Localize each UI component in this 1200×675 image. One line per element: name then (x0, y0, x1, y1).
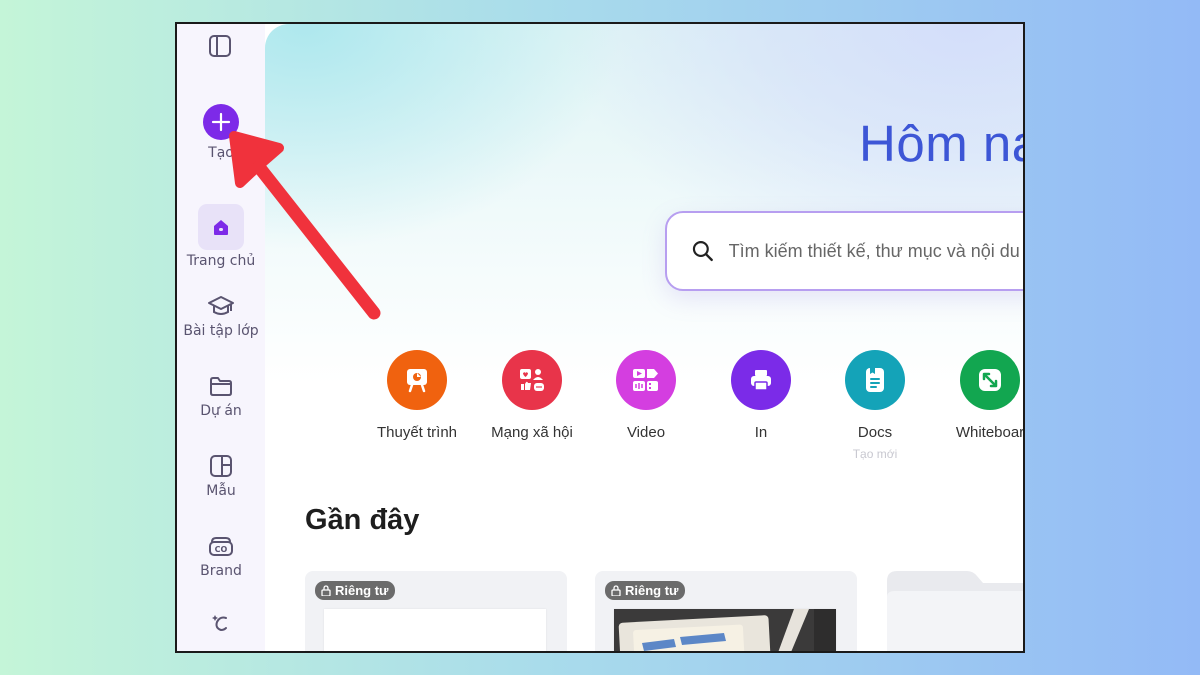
quick-action-video[interactable]: Video (586, 350, 706, 441)
create-label: Tạo (208, 145, 234, 161)
quick-action-presentation[interactable]: Thuyết trình (357, 350, 477, 441)
lock-icon (611, 585, 621, 596)
search-input[interactable] (728, 240, 1023, 262)
recent-design-card[interactable]: Riêng tư (595, 571, 857, 651)
brand-icon: CO (209, 537, 233, 556)
quick-action-label: Whiteboar (955, 424, 1023, 441)
private-badge: Riêng tư (315, 581, 396, 600)
sidebar-item-label: Bài tập lớp (183, 323, 259, 339)
search-icon (692, 241, 713, 262)
quick-action-whiteboard[interactable]: Whiteboar (930, 350, 1023, 441)
quick-action-circle (731, 350, 791, 410)
sidebar-item-magic[interactable] (177, 612, 265, 636)
graduation-cap-icon (208, 296, 234, 315)
private-badge: Riêng tư (605, 581, 686, 600)
whiteboard-icon (979, 369, 1001, 391)
recent-section-title: Gần đây (305, 504, 420, 536)
presentation-icon (407, 369, 427, 393)
quick-action-label: In (754, 424, 768, 441)
create-button[interactable]: Tạo (177, 104, 265, 161)
design-thumbnail (614, 609, 836, 651)
app-window: Tạo Trang chủ Bài tập lớp Dự án Mẫu CO B… (175, 22, 1025, 653)
sidebar-item-projects[interactable]: Dự án (177, 374, 265, 419)
template-icon (210, 455, 232, 477)
quick-action-social[interactable]: Mạng xã hội (472, 350, 592, 441)
sidebar-item-home[interactable]: Trang chủ (177, 204, 265, 269)
main-content: Hôm na Thuyết trình Mạng xã hội Video (265, 24, 1023, 651)
private-badge-label: Riêng tư (335, 583, 389, 598)
quick-action-circle (960, 350, 1020, 410)
sidebar-item-label: Mẫu (206, 483, 236, 499)
magic-icon (212, 615, 227, 632)
hero-background (265, 24, 1023, 384)
recent-design-card[interactable]: Riêng tư (305, 571, 567, 651)
video-icon (633, 369, 658, 391)
sidebar-item-label: Brand (200, 563, 242, 579)
quick-action-docs[interactable]: Docs Tạo mới (815, 350, 935, 461)
quick-action-circle (387, 350, 447, 410)
quick-action-circle (502, 350, 562, 410)
sidebar-item-brand[interactable]: CO Brand (177, 534, 265, 579)
social-media-icon (520, 369, 544, 391)
plus-icon (203, 104, 239, 140)
private-badge-label: Riêng tư (625, 583, 679, 598)
home-icon (214, 220, 228, 235)
sidebar-item-label: Trang chủ (186, 253, 256, 269)
quick-action-circle (616, 350, 676, 410)
lock-icon (321, 585, 331, 596)
sidebar: Tạo Trang chủ Bài tập lớp Dự án Mẫu CO B… (177, 24, 265, 651)
sidebar-item-label: Dự án (200, 403, 242, 419)
quick-action-sublabel: Tạo mới (852, 447, 898, 461)
folder-card[interactable] (887, 571, 1023, 651)
svg-text:CO: CO (215, 545, 228, 554)
sidebar-toggle-icon[interactable] (208, 34, 232, 58)
printer-icon (751, 370, 771, 391)
quick-action-label: Thuyết trình (376, 424, 458, 441)
quick-action-print[interactable]: In (701, 350, 821, 441)
search-bar[interactable] (665, 211, 1023, 291)
docs-icon (866, 368, 884, 392)
folder-icon (210, 377, 232, 396)
quick-action-circle (845, 350, 905, 410)
sidebar-item-templates[interactable]: Mẫu (177, 454, 265, 499)
quick-action-label: Mạng xã hội (491, 424, 573, 441)
sidebar-item-class[interactable]: Bài tập lớp (177, 294, 265, 339)
quick-action-label: Video (626, 424, 666, 441)
page-title: Hôm na (859, 115, 1023, 172)
design-thumbnail (324, 609, 546, 651)
quick-action-label: Docs (857, 424, 893, 441)
